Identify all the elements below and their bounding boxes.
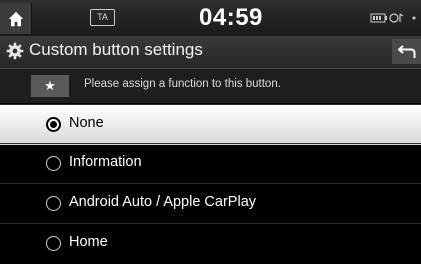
radio-empty-icon [46, 236, 61, 251]
hint-text: Please assign a function to this button. [84, 78, 281, 90]
star-icon: ★ [31, 75, 69, 97]
radio-empty-icon [46, 196, 61, 211]
title-bar: Custom button settings [0, 36, 421, 69]
option-label: Information [69, 154, 142, 170]
radio-empty-icon [46, 156, 61, 171]
status-icons [370, 13, 416, 23]
back-button[interactable] [392, 39, 421, 64]
home-icon [8, 11, 23, 26]
gear-icon [6, 42, 24, 60]
status-bar: TA 04:59 [0, 0, 421, 36]
battery-signal-icon [370, 13, 387, 23]
radio-selected-icon [46, 117, 61, 132]
dot-icon [412, 16, 416, 20]
ta-badge: TA [90, 9, 115, 26]
option-information[interactable]: Information [0, 143, 421, 184]
clock: 04:59 [199, 4, 263, 31]
option-label: Android Auto / Apple CarPlay [69, 194, 257, 210]
back-arrow-icon [397, 44, 415, 58]
option-android-auto-apple-carplay[interactable]: Android Auto / Apple CarPlay [0, 183, 421, 224]
option-label: Home [69, 234, 108, 250]
hint-row: ★ Please assign a function to this butto… [0, 69, 421, 103]
option-label: None [69, 115, 104, 131]
bluetooth-audio-icon [389, 13, 404, 23]
option-home[interactable]: Home [0, 223, 421, 264]
option-none[interactable]: None [0, 104, 421, 145]
page-title: Custom button settings [29, 40, 203, 59]
home-button[interactable] [0, 3, 32, 34]
